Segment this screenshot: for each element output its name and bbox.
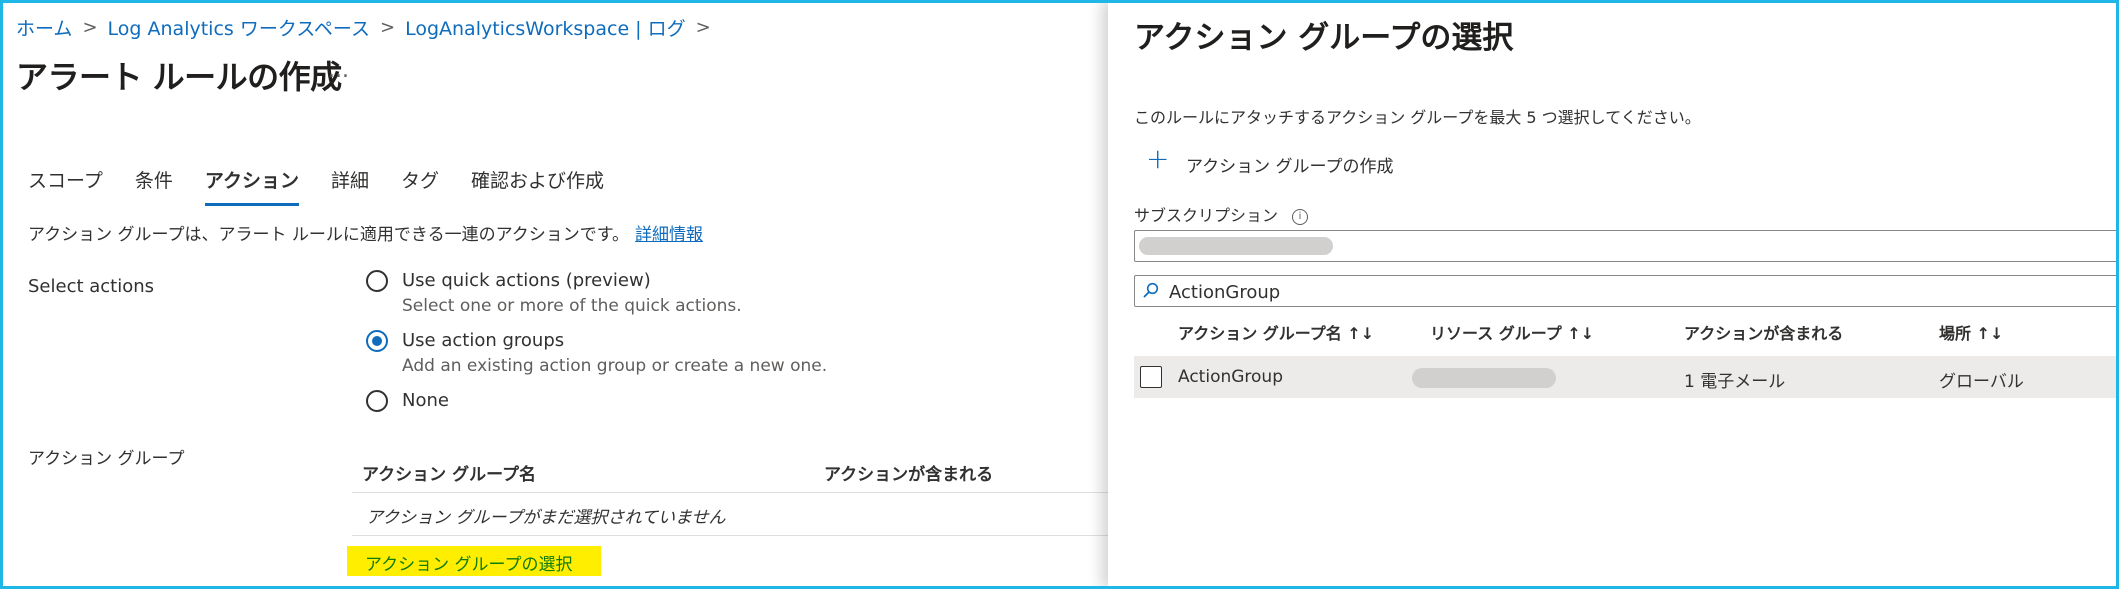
breadcrumb-chevron-icon: > xyxy=(82,17,98,38)
action-group-name: ActionGroup xyxy=(1178,367,1283,387)
tab-scope[interactable]: スコープ xyxy=(28,166,103,206)
search-input[interactable] xyxy=(1167,278,1871,306)
breadcrumb-chevron-icon: > xyxy=(695,17,711,38)
breadcrumb-chevron-icon: > xyxy=(379,17,396,38)
actions-description: アクション グループは、アラート ルールに適用できる一連のアクションです。 詳細情… xyxy=(28,220,703,245)
radio-title: None xyxy=(402,390,449,411)
radio-button[interactable] xyxy=(366,270,388,292)
subscription-label: サブスクリプション i xyxy=(1134,202,1309,226)
table-header: アクション グループ名 アクションが含まれる xyxy=(352,450,1108,493)
plus-icon: + xyxy=(1146,142,1170,175)
redacted-resource-group xyxy=(1412,368,1556,388)
select-actions-label: Select actions xyxy=(28,276,155,297)
results-table-header: アクション グループ名 ↑↓ リソース グループ ↑↓ アクションが含まれる 場… xyxy=(1134,312,2119,352)
actions-description-text: アクション グループは、アラート ルールに適用できる一連のアクションです。 xyxy=(28,225,630,245)
empty-row: アクション グループがまだ選択されていません xyxy=(352,493,1108,536)
radio-subtitle: Select one or more of the quick actions. xyxy=(402,296,742,316)
tab-review-create[interactable]: 確認および作成 xyxy=(471,166,604,206)
column-header-name[interactable]: アクション グループ名 ↑↓ xyxy=(1178,320,1374,344)
learn-more-link[interactable]: 詳細情報 xyxy=(635,225,703,245)
tab-condition[interactable]: 条件 xyxy=(135,166,173,206)
redacted-subscription xyxy=(1139,237,1333,255)
radio-subtitle: Add an existing action group or create a… xyxy=(402,356,828,376)
row-checkbox[interactable] xyxy=(1140,366,1162,388)
create-action-group-label: アクション グループの作成 xyxy=(1186,157,1394,177)
panel-title: アクション グループの選択 xyxy=(1134,20,1514,56)
tab-details[interactable]: 詳細 xyxy=(331,166,369,206)
breadcrumb-workspaces[interactable]: Log Analytics ワークスペース xyxy=(108,14,370,41)
radio-button[interactable] xyxy=(366,390,388,412)
search-icon xyxy=(1143,282,1159,298)
tab-bar: スコープ 条件 アクション 詳細 タグ 確認および作成 xyxy=(28,166,636,206)
column-header: アクションが含まれる xyxy=(824,465,994,485)
search-box[interactable] xyxy=(1134,275,2119,307)
empty-text: アクション グループがまだ選択されていません xyxy=(366,508,726,528)
action-groups-label: アクション グループ xyxy=(28,449,185,469)
breadcrumb-workspace-logs[interactable]: LogAnalyticsWorkspace | ログ xyxy=(405,14,686,41)
column-header: アクション グループ名 xyxy=(362,465,537,485)
info-icon[interactable]: i xyxy=(1292,208,1309,225)
column-header-resource-group[interactable]: リソース グループ ↑↓ xyxy=(1430,320,1594,344)
subscription-dropdown[interactable] xyxy=(1134,230,2119,262)
breadcrumb: ホーム > Log Analytics ワークスペース > LogAnalyti… xyxy=(16,14,721,41)
column-header-location[interactable]: 場所 ↑↓ xyxy=(1939,320,2003,344)
select-action-group-button[interactable]: アクション グループの選択 xyxy=(347,546,601,576)
radio-button-selected[interactable] xyxy=(366,330,388,352)
select-action-group-panel: アクション グループの選択 このルールにアタッチするアクション グループを最大 … xyxy=(1108,0,2119,589)
tab-tags[interactable]: タグ xyxy=(401,166,439,206)
alert-rule-blade: ホーム > Log Analytics ワークスペース > LogAnalyti… xyxy=(0,0,1108,589)
subscription-label-text: サブスクリプション xyxy=(1134,206,1279,225)
action-groups-table: アクション グループ名 アクションが含まれる アクション グループがまだ選択され… xyxy=(352,450,1108,536)
page-title: アラート ルールの作成 xyxy=(16,58,342,96)
radio-title: Use quick actions (preview) xyxy=(402,270,651,291)
actions-included: 1 電子メール xyxy=(1684,372,1786,392)
more-options-icon[interactable]: ... xyxy=(328,58,349,83)
panel-description: このルールにアタッチするアクション グループを最大 5 つ選択してください。 xyxy=(1134,108,1701,127)
breadcrumb-home[interactable]: ホーム xyxy=(16,14,72,41)
table-row[interactable]: ActionGroup 1 電子メール グローバル xyxy=(1134,356,2119,398)
column-header-actions: アクションが含まれる xyxy=(1684,324,1844,343)
radio-title: Use action groups xyxy=(402,330,565,351)
location: グローバル xyxy=(1939,372,2024,392)
tab-actions[interactable]: アクション xyxy=(204,166,299,206)
